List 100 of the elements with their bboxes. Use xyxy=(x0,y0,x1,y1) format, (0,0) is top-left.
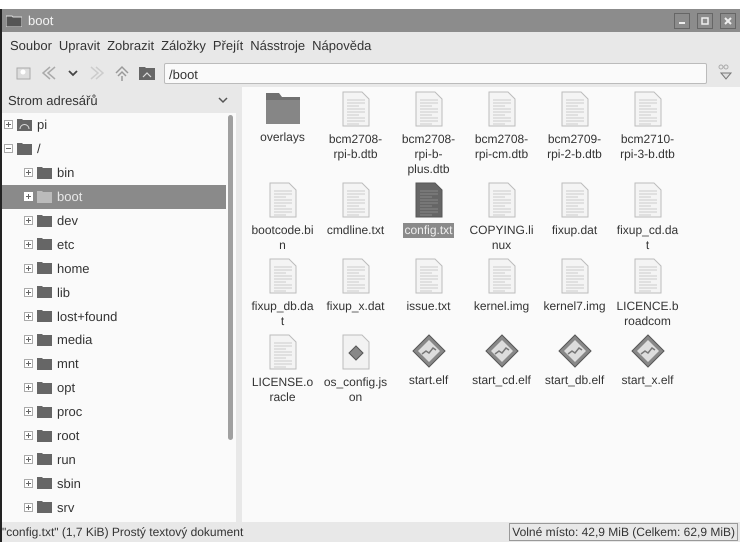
window-title: boot xyxy=(28,13,54,28)
file-name: kernel.img xyxy=(472,299,530,314)
tree-item[interactable]: home xyxy=(2,256,226,280)
folder-icon xyxy=(37,382,52,394)
menu-item[interactable]: Přejít xyxy=(212,38,244,53)
file-name: bcm2708-rpi-cm.dtb xyxy=(474,132,530,162)
maximize-button[interactable] xyxy=(697,12,713,28)
folder-icon xyxy=(37,477,52,490)
folder-icon xyxy=(37,406,52,418)
folder-icon xyxy=(37,166,52,179)
file-name: LICENSE.oracle xyxy=(250,375,314,405)
file-name: LICENCE.broadcom xyxy=(616,299,680,329)
file-name: fixup.dat xyxy=(550,223,598,238)
file-name: bcm2708-rpi-b.dtb xyxy=(328,132,384,162)
menu-item[interactable]: Zobrazit xyxy=(107,38,154,53)
folder-icon xyxy=(37,453,52,466)
file-name: kernel7.img xyxy=(542,299,606,314)
file-name: start_x.elf xyxy=(620,373,675,388)
expander-icon[interactable] xyxy=(24,216,33,225)
expander-icon[interactable] xyxy=(24,288,33,297)
path-field[interactable]: /boot xyxy=(164,62,707,84)
folder-icon xyxy=(6,14,22,26)
sidebar-title: Strom adresářů xyxy=(8,92,98,108)
expander-icon[interactable] xyxy=(24,407,33,416)
free-space-text: Volné místo: 42,9 MiB (Celkem: 62,9 MiB) xyxy=(509,523,738,541)
file-name: bcm2709-rpi-2-b.dtb xyxy=(546,132,603,162)
file-name: COPYING.linux xyxy=(470,223,534,253)
file-name: fixup_cd.dat xyxy=(616,223,680,253)
expander-icon[interactable] xyxy=(24,383,33,392)
expander-icon[interactable] xyxy=(24,168,33,178)
expander-icon[interactable] xyxy=(24,478,33,488)
folder-icon xyxy=(37,286,52,298)
tree-item[interactable]: lib xyxy=(2,280,226,304)
home-folder-icon xyxy=(17,118,32,131)
file-name: bootcode.bin xyxy=(250,223,314,253)
tree-item[interactable]: mnt xyxy=(2,352,226,376)
folder-icon xyxy=(37,334,52,346)
folder-icon xyxy=(37,214,52,226)
folder-icon xyxy=(37,310,52,322)
tree-item[interactable]: pi xyxy=(2,113,226,137)
folder-icon xyxy=(37,238,52,250)
tree-item[interactable]: sbin xyxy=(2,471,226,496)
file-name: config.txt xyxy=(403,223,454,238)
folder-icon xyxy=(37,358,52,370)
expander-icon[interactable] xyxy=(24,312,33,321)
expander-icon[interactable] xyxy=(24,431,33,440)
folder-icon xyxy=(17,142,32,155)
tree-item[interactable]: media xyxy=(2,328,226,352)
maximize-icon xyxy=(701,16,709,24)
file-name: bcm2708-rpi-b-plus.dtb xyxy=(400,132,456,177)
close-icon xyxy=(724,16,732,24)
file-name: bcm2710-rpi-3-b.dtb xyxy=(619,132,676,162)
folder-icon xyxy=(37,430,52,442)
go-icon[interactable] xyxy=(718,64,734,82)
file-name: fixup_db.dat xyxy=(250,299,314,329)
file-name: issue.txt xyxy=(405,299,452,314)
expander-icon[interactable] xyxy=(24,264,33,273)
folder-icon[interactable] xyxy=(264,91,300,125)
file-name: start_db.elf xyxy=(544,373,606,388)
tree-item[interactable]: bin xyxy=(2,160,226,185)
tree-item[interactable]: run xyxy=(2,447,226,472)
file-name: fixup_x.dat xyxy=(325,299,386,314)
status-text: "config.txt" (1,7 KiB) Prostý textový dokument xyxy=(2,525,244,539)
tree-item[interactable]: proc xyxy=(2,400,226,424)
tree-item[interactable]: srv xyxy=(2,495,226,520)
menu-item[interactable]: Nápověda xyxy=(312,38,372,53)
minimize-button[interactable] xyxy=(674,12,690,28)
text-file-icon[interactable] xyxy=(414,182,444,218)
chevron-icon[interactable] xyxy=(218,96,228,104)
tree-item[interactable]: lost+found xyxy=(2,304,226,328)
menu-item[interactable]: Soubor xyxy=(10,38,52,53)
expander-icon[interactable] xyxy=(24,454,33,464)
file-name: overlays xyxy=(259,130,306,145)
executable-icon[interactable] xyxy=(630,334,664,368)
expander-icon[interactable] xyxy=(24,335,33,344)
tree-item[interactable]: root xyxy=(2,424,226,448)
menu-item[interactable]: Záložky xyxy=(161,38,206,53)
menu-item[interactable]: Upravit xyxy=(58,38,100,53)
tree-item[interactable]: opt xyxy=(2,376,226,400)
expander-icon[interactable] xyxy=(24,240,33,249)
tree-item[interactable]: etc xyxy=(2,232,226,256)
expander-icon[interactable] xyxy=(4,120,13,130)
folder-icon xyxy=(37,190,52,203)
dropdown-icon[interactable] xyxy=(68,69,78,77)
menu-item[interactable]: Násstroje xyxy=(250,38,306,53)
file-name: start_cd.elf xyxy=(471,373,532,388)
home-folder-icon[interactable] xyxy=(139,66,155,80)
expander-icon[interactable] xyxy=(4,144,13,154)
executable-icon[interactable] xyxy=(484,334,518,368)
expander-icon[interactable] xyxy=(24,359,33,368)
file-name: os_config.json xyxy=(324,375,388,405)
close-button[interactable] xyxy=(720,12,736,28)
script-file-icon[interactable] xyxy=(340,334,370,370)
tree-item[interactable]: / xyxy=(2,136,226,161)
folder-icon xyxy=(37,262,52,274)
folder-icon xyxy=(37,501,52,514)
executable-icon[interactable] xyxy=(558,334,592,368)
expander-icon[interactable] xyxy=(24,502,33,512)
tree-item[interactable]: dev xyxy=(2,208,226,232)
executable-icon[interactable] xyxy=(412,334,446,368)
